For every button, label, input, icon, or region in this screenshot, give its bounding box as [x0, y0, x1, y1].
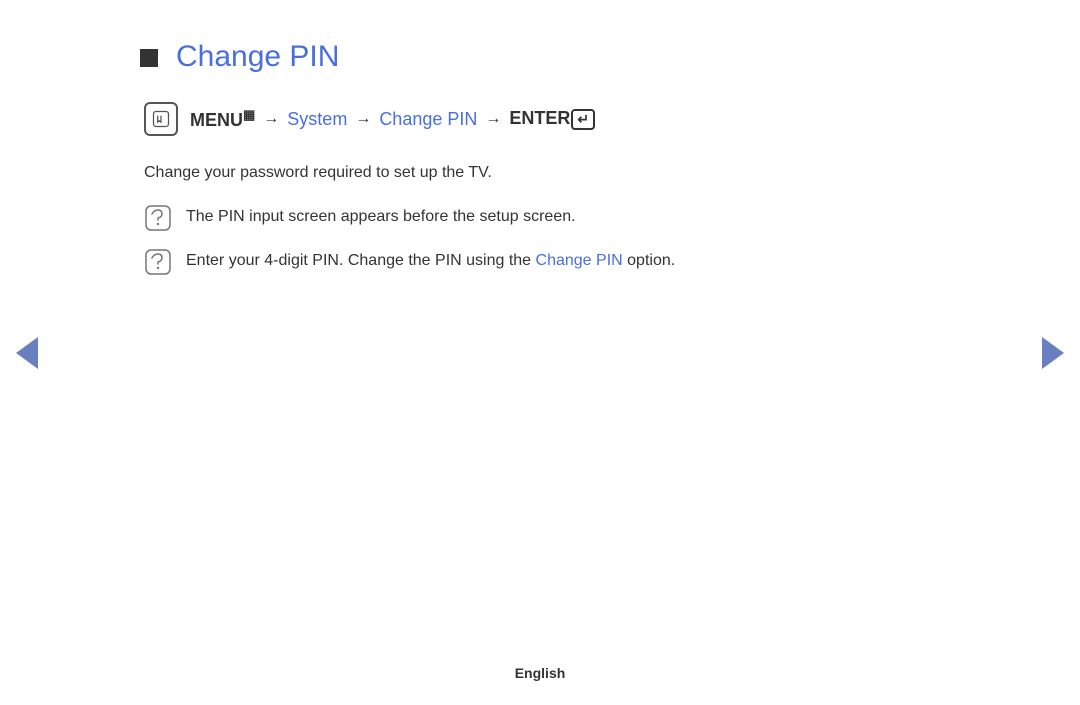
menu-label: MENU▦	[190, 107, 255, 131]
title-square-icon	[140, 49, 158, 67]
prev-button[interactable]	[12, 338, 42, 368]
prev-arrow-icon	[16, 337, 38, 369]
note-icon-2	[144, 248, 172, 276]
note-2-after: option.	[623, 252, 675, 269]
page-title: Change PIN	[176, 40, 339, 74]
nav-arrow-1: →	[263, 110, 279, 128]
title-row: Change PIN	[140, 40, 940, 74]
next-button[interactable]	[1038, 338, 1068, 368]
enter-icon: ↵	[571, 109, 595, 130]
main-content: Change PIN MENU▦ → System → Change PIN →…	[60, 0, 1020, 332]
nav-arrow-3: →	[485, 110, 501, 128]
nav-path: MENU▦ → System → Change PIN → ENTER↵	[140, 102, 940, 136]
note-row-1: The PIN input screen appears before the …	[140, 204, 940, 232]
next-arrow-icon	[1042, 337, 1064, 369]
nav-system-link[interactable]: System	[287, 109, 347, 130]
note-row-2: Enter your 4-digit PIN. Change the PIN u…	[140, 248, 940, 276]
footer-language: English	[515, 665, 566, 681]
enter-label: ENTER↵	[509, 108, 595, 130]
note-text-2: Enter your 4-digit PIN. Change the PIN u…	[186, 248, 675, 274]
menu-icon	[144, 102, 178, 136]
description-text: Change your password required to set up …	[140, 160, 940, 186]
nav-change-pin-link[interactable]: Change PIN	[379, 109, 477, 130]
note-2-before: Enter your 4-digit PIN. Change the PIN u…	[186, 252, 536, 269]
note-2-link[interactable]: Change PIN	[536, 252, 623, 269]
nav-arrow-2: →	[355, 110, 371, 128]
note-icon-1	[144, 204, 172, 232]
note-text-1: The PIN input screen appears before the …	[186, 204, 576, 230]
